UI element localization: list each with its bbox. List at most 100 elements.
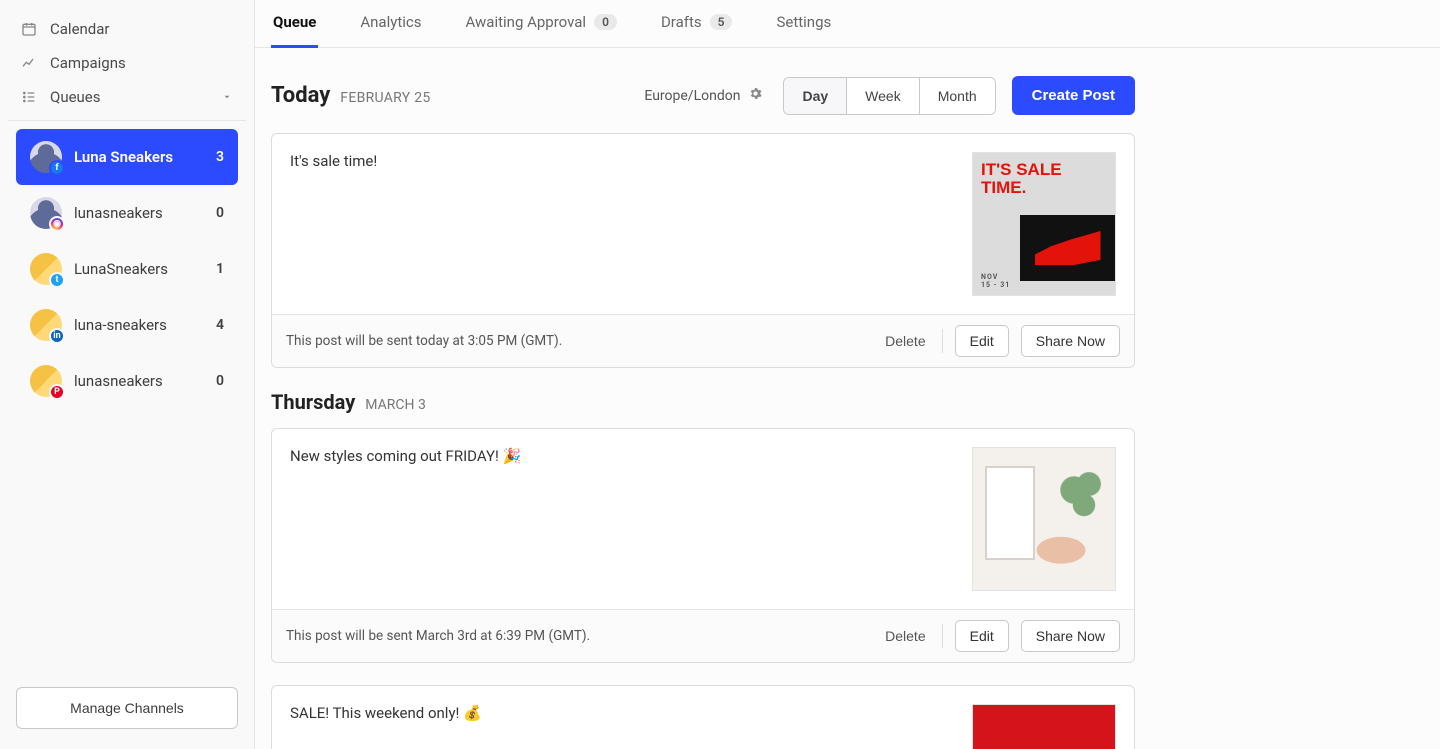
nav-campaigns-label: Campaigns — [50, 54, 126, 72]
channel-item[interactable]: ◉ lunasneakers 0 — [16, 185, 238, 241]
channel-list: f Luna Sneakers 3 ◉ lunasneakers 0 t Lun… — [8, 129, 246, 409]
sneaker-icon — [1020, 215, 1115, 281]
post-body: New styles coming out FRIDAY! 🎉 — [272, 429, 1134, 609]
edit-label: Edit — [970, 333, 994, 349]
tab-analytics[interactable]: Analytics — [358, 0, 423, 48]
channel-item[interactable]: P lunasneakers 0 — [16, 353, 238, 409]
post-thumb-wrap — [972, 447, 1116, 591]
seg-month[interactable]: Month — [920, 78, 995, 114]
edit-button[interactable]: Edit — [955, 325, 1009, 357]
post-thumbnail — [973, 705, 1115, 749]
facebook-icon: f — [49, 160, 65, 176]
pinterest-icon: P — [49, 384, 65, 400]
tab-analytics-label: Analytics — [360, 13, 421, 31]
create-post-label: Create Post — [1032, 87, 1115, 104]
group-name: Today — [271, 83, 330, 108]
divider — [942, 624, 943, 648]
channel-item[interactable]: in luna-sneakers 4 — [16, 297, 238, 353]
tab-queue[interactable]: Queue — [271, 0, 318, 48]
chart-line-icon — [20, 54, 38, 72]
delete-label: Delete — [885, 628, 925, 644]
tab-drafts[interactable]: Drafts 5 — [659, 0, 735, 48]
list-icon — [20, 88, 38, 106]
chevron-down-icon — [218, 88, 236, 106]
seg-day[interactable]: Day — [784, 78, 847, 114]
avatar: t — [30, 253, 62, 285]
tab-drafts-label: Drafts — [661, 13, 702, 31]
share-now-button[interactable]: Share Now — [1021, 325, 1120, 357]
edit-button[interactable]: Edit — [955, 620, 1009, 652]
manage-channels-button[interactable]: Manage Channels — [16, 687, 238, 729]
group-name: Thursday — [271, 390, 355, 414]
post-text: New styles coming out FRIDAY! 🎉 — [290, 447, 954, 591]
post-body: It's sale time! IT'S SALE TIME. NOV 15 -… — [272, 134, 1134, 314]
timezone-label: Europe/London — [644, 88, 740, 104]
channel-count: 4 — [216, 317, 224, 333]
group-date: MARCH 3 — [365, 397, 426, 413]
edit-label: Edit — [970, 628, 994, 644]
thumb-dates: NOV 15 - 31 — [981, 273, 1010, 289]
nav-queues[interactable]: Queues — [8, 80, 246, 114]
post-thumbnail: IT'S SALE TIME. NOV 15 - 31 — [973, 153, 1115, 295]
tab-settings[interactable]: Settings — [774, 0, 833, 48]
divider — [942, 329, 943, 353]
channel-count: 0 — [216, 205, 224, 221]
channel-name: lunasneakers — [74, 372, 163, 390]
timezone-selector[interactable]: Europe/London — [644, 86, 763, 105]
sidebar: Calendar Campaigns Queues f — [0, 0, 255, 749]
delete-button[interactable]: Delete — [881, 327, 929, 355]
post-thumbnail — [973, 448, 1115, 590]
avatar: ◉ — [30, 197, 62, 229]
main: Queue Analytics Awaiting Approval 0 Draf… — [255, 0, 1440, 749]
seg-day-label: Day — [802, 88, 828, 104]
nav-calendar-label: Calendar — [50, 20, 110, 38]
tab-settings-label: Settings — [776, 13, 831, 31]
content-scroll[interactable]: Today FEBRUARY 25 Europe/London Day Week… — [255, 48, 1440, 749]
channel-count: 3 — [216, 149, 224, 165]
post-actions: Delete Edit Share Now — [881, 325, 1120, 357]
post-actions: Delete Edit Share Now — [881, 620, 1120, 652]
nav-queues-label: Queues — [50, 88, 101, 106]
avatar: f — [30, 141, 62, 173]
seg-week-label: Week — [865, 88, 901, 104]
nav-calendar[interactable]: Calendar — [8, 12, 246, 46]
seg-week[interactable]: Week — [847, 78, 920, 114]
tab-drafts-badge: 5 — [710, 14, 733, 30]
twitter-icon: t — [49, 272, 65, 288]
channel-name: luna-sneakers — [74, 316, 167, 334]
manage-channels-label: Manage Channels — [70, 700, 184, 716]
avatar: in — [30, 309, 62, 341]
avatar: P — [30, 365, 62, 397]
channel-item[interactable]: t LunaSneakers 1 — [16, 241, 238, 297]
channel-item[interactable]: f Luna Sneakers 3 — [16, 129, 238, 185]
gear-icon — [748, 86, 763, 105]
post-body: SALE! This weekend only! 💰 — [272, 686, 1134, 749]
tabs: Queue Analytics Awaiting Approval 0 Draf… — [255, 0, 1440, 48]
group-heading: Today FEBRUARY 25 — [271, 83, 431, 108]
tab-awaiting-approval[interactable]: Awaiting Approval 0 — [463, 0, 618, 48]
post-thumb-wrap — [972, 704, 1116, 749]
share-now-label: Share Now — [1036, 628, 1105, 644]
post-card: SALE! This weekend only! 💰 — [271, 685, 1135, 749]
nav-campaigns[interactable]: Campaigns — [8, 46, 246, 80]
share-now-button[interactable]: Share Now — [1021, 620, 1120, 652]
post-status: This post will be sent March 3rd at 6:39… — [286, 628, 590, 644]
group-date: FEBRUARY 25 — [340, 90, 430, 106]
channel-name: LunaSneakers — [74, 260, 168, 278]
post-footer: This post will be sent March 3rd at 6:39… — [272, 609, 1134, 662]
seg-month-label: Month — [938, 88, 977, 104]
view-segmented-control: Day Week Month — [783, 77, 995, 115]
post-status: This post will be sent today at 3:05 PM … — [286, 333, 562, 349]
tab-awaiting-badge: 0 — [594, 14, 617, 30]
instagram-icon: ◉ — [49, 216, 65, 232]
post-thumb-wrap: IT'S SALE TIME. NOV 15 - 31 — [972, 152, 1116, 296]
tab-awaiting-label: Awaiting Approval — [465, 13, 586, 31]
create-post-button[interactable]: Create Post — [1012, 76, 1135, 115]
post-footer: This post will be sent today at 3:05 PM … — [272, 314, 1134, 367]
group-heading: Thursday MARCH 3 — [271, 390, 1135, 414]
delete-button[interactable]: Delete — [881, 622, 929, 650]
delete-label: Delete — [885, 333, 925, 349]
channel-name: Luna Sneakers — [74, 148, 173, 166]
channel-name: lunasneakers — [74, 204, 163, 222]
post-text: SALE! This weekend only! 💰 — [290, 704, 954, 749]
